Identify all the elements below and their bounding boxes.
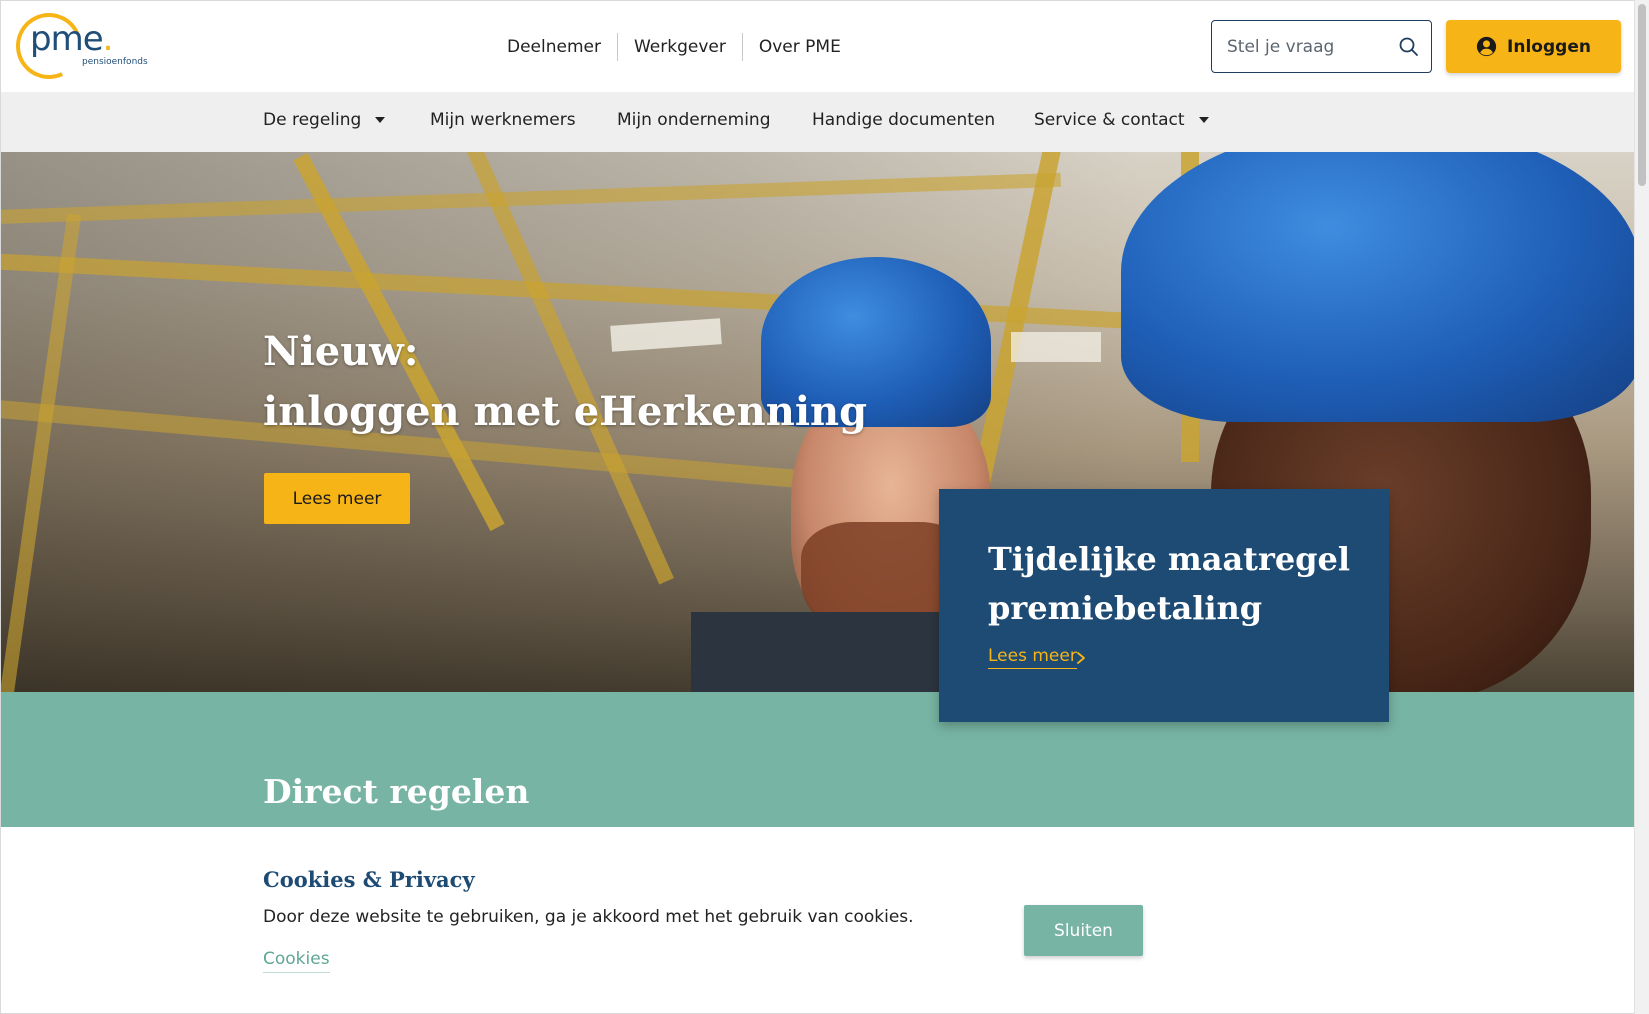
- nav-service-contact-label: Service & contact: [1034, 110, 1185, 130]
- ceiling-light: [1011, 332, 1101, 362]
- hero-title: Nieuw: inloggen met eHerkenning: [263, 322, 867, 442]
- login-button[interactable]: Inloggen: [1446, 20, 1621, 73]
- hero-lees-meer-button[interactable]: Lees meer: [264, 473, 410, 524]
- caret-down-icon: [1198, 117, 1209, 123]
- nav-mijn-werknemers[interactable]: Mijn werknemers: [430, 110, 576, 130]
- cookie-text: Door deze website te gebruiken, ga je ak…: [263, 907, 914, 927]
- section-title: Direct regelen: [263, 772, 530, 811]
- ceiling-beam: [1, 213, 82, 692]
- close-cookie-button[interactable]: Sluiten: [1024, 905, 1143, 956]
- logo-text: pme.: [30, 19, 113, 59]
- ceiling-beam: [1, 172, 1061, 226]
- nav-de-regeling[interactable]: De regeling: [263, 110, 386, 130]
- scrollbar-thumb[interactable]: [1638, 4, 1646, 186]
- nav-handige-documenten[interactable]: Handige documenten: [812, 110, 995, 130]
- nav-service-contact[interactable]: Service & contact: [1034, 110, 1209, 130]
- cookie-title: Cookies & Privacy: [263, 867, 475, 892]
- nav-mijn-onderneming[interactable]: Mijn onderneming: [617, 110, 771, 130]
- login-label: Inloggen: [1507, 36, 1591, 57]
- vertical-scrollbar[interactable]: [1634, 0, 1649, 1014]
- page: pme. pensioenfonds Deelnemer Werkgever O…: [0, 0, 1634, 1014]
- user-circle-icon: [1476, 36, 1497, 57]
- pme-logo[interactable]: pme. pensioenfonds: [6, 3, 151, 89]
- nav-handige-documenten-label: Handige documenten: [812, 110, 996, 130]
- search-input[interactable]: [1227, 35, 1397, 59]
- main-nav: De regeling Mijn werknemers Mijn onderne…: [1, 92, 1634, 152]
- chevron-right-icon[interactable]: [1075, 651, 1087, 665]
- card-title: Tijdelijke maatregel premiebetaling: [988, 540, 1351, 627]
- search-icon[interactable]: [1397, 35, 1421, 59]
- nav-werkgever[interactable]: Werkgever: [616, 33, 742, 61]
- direct-regelen-section: Direct regelen: [1, 692, 1634, 827]
- hero-title-line1: Nieuw:: [263, 328, 419, 375]
- cookie-banner: Cookies & Privacy Door deze website te g…: [1, 827, 1634, 1013]
- nav-de-regeling-label: De regeling: [263, 110, 362, 130]
- site-header: pme. pensioenfonds Deelnemer Werkgever O…: [1, 1, 1634, 92]
- worker-jacket: [691, 612, 951, 692]
- logo-subtitle: pensioenfonds: [82, 57, 148, 67]
- caret-down-icon: [375, 117, 386, 123]
- audience-nav: Deelnemer Werkgever Over PME: [491, 33, 857, 61]
- hard-hat-blue: [1121, 152, 1634, 422]
- nav-mijn-werknemers-label: Mijn werknemers: [430, 110, 576, 130]
- nav-mijn-onderneming-label: Mijn onderneming: [617, 110, 771, 130]
- hero-banner: Nieuw: inloggen met eHerkenning Lees mee…: [1, 152, 1634, 692]
- news-card: Tijdelijke maatregel premiebetaling Lees…: [939, 489, 1389, 722]
- card-lees-meer-link[interactable]: Lees meer: [988, 646, 1077, 669]
- nav-deelnemer[interactable]: Deelnemer: [491, 33, 617, 61]
- cookies-link[interactable]: Cookies: [263, 949, 330, 973]
- hero-title-line2: inloggen met eHerkenning: [263, 388, 868, 435]
- nav-over-pme[interactable]: Over PME: [741, 33, 857, 61]
- search-box: [1211, 20, 1432, 73]
